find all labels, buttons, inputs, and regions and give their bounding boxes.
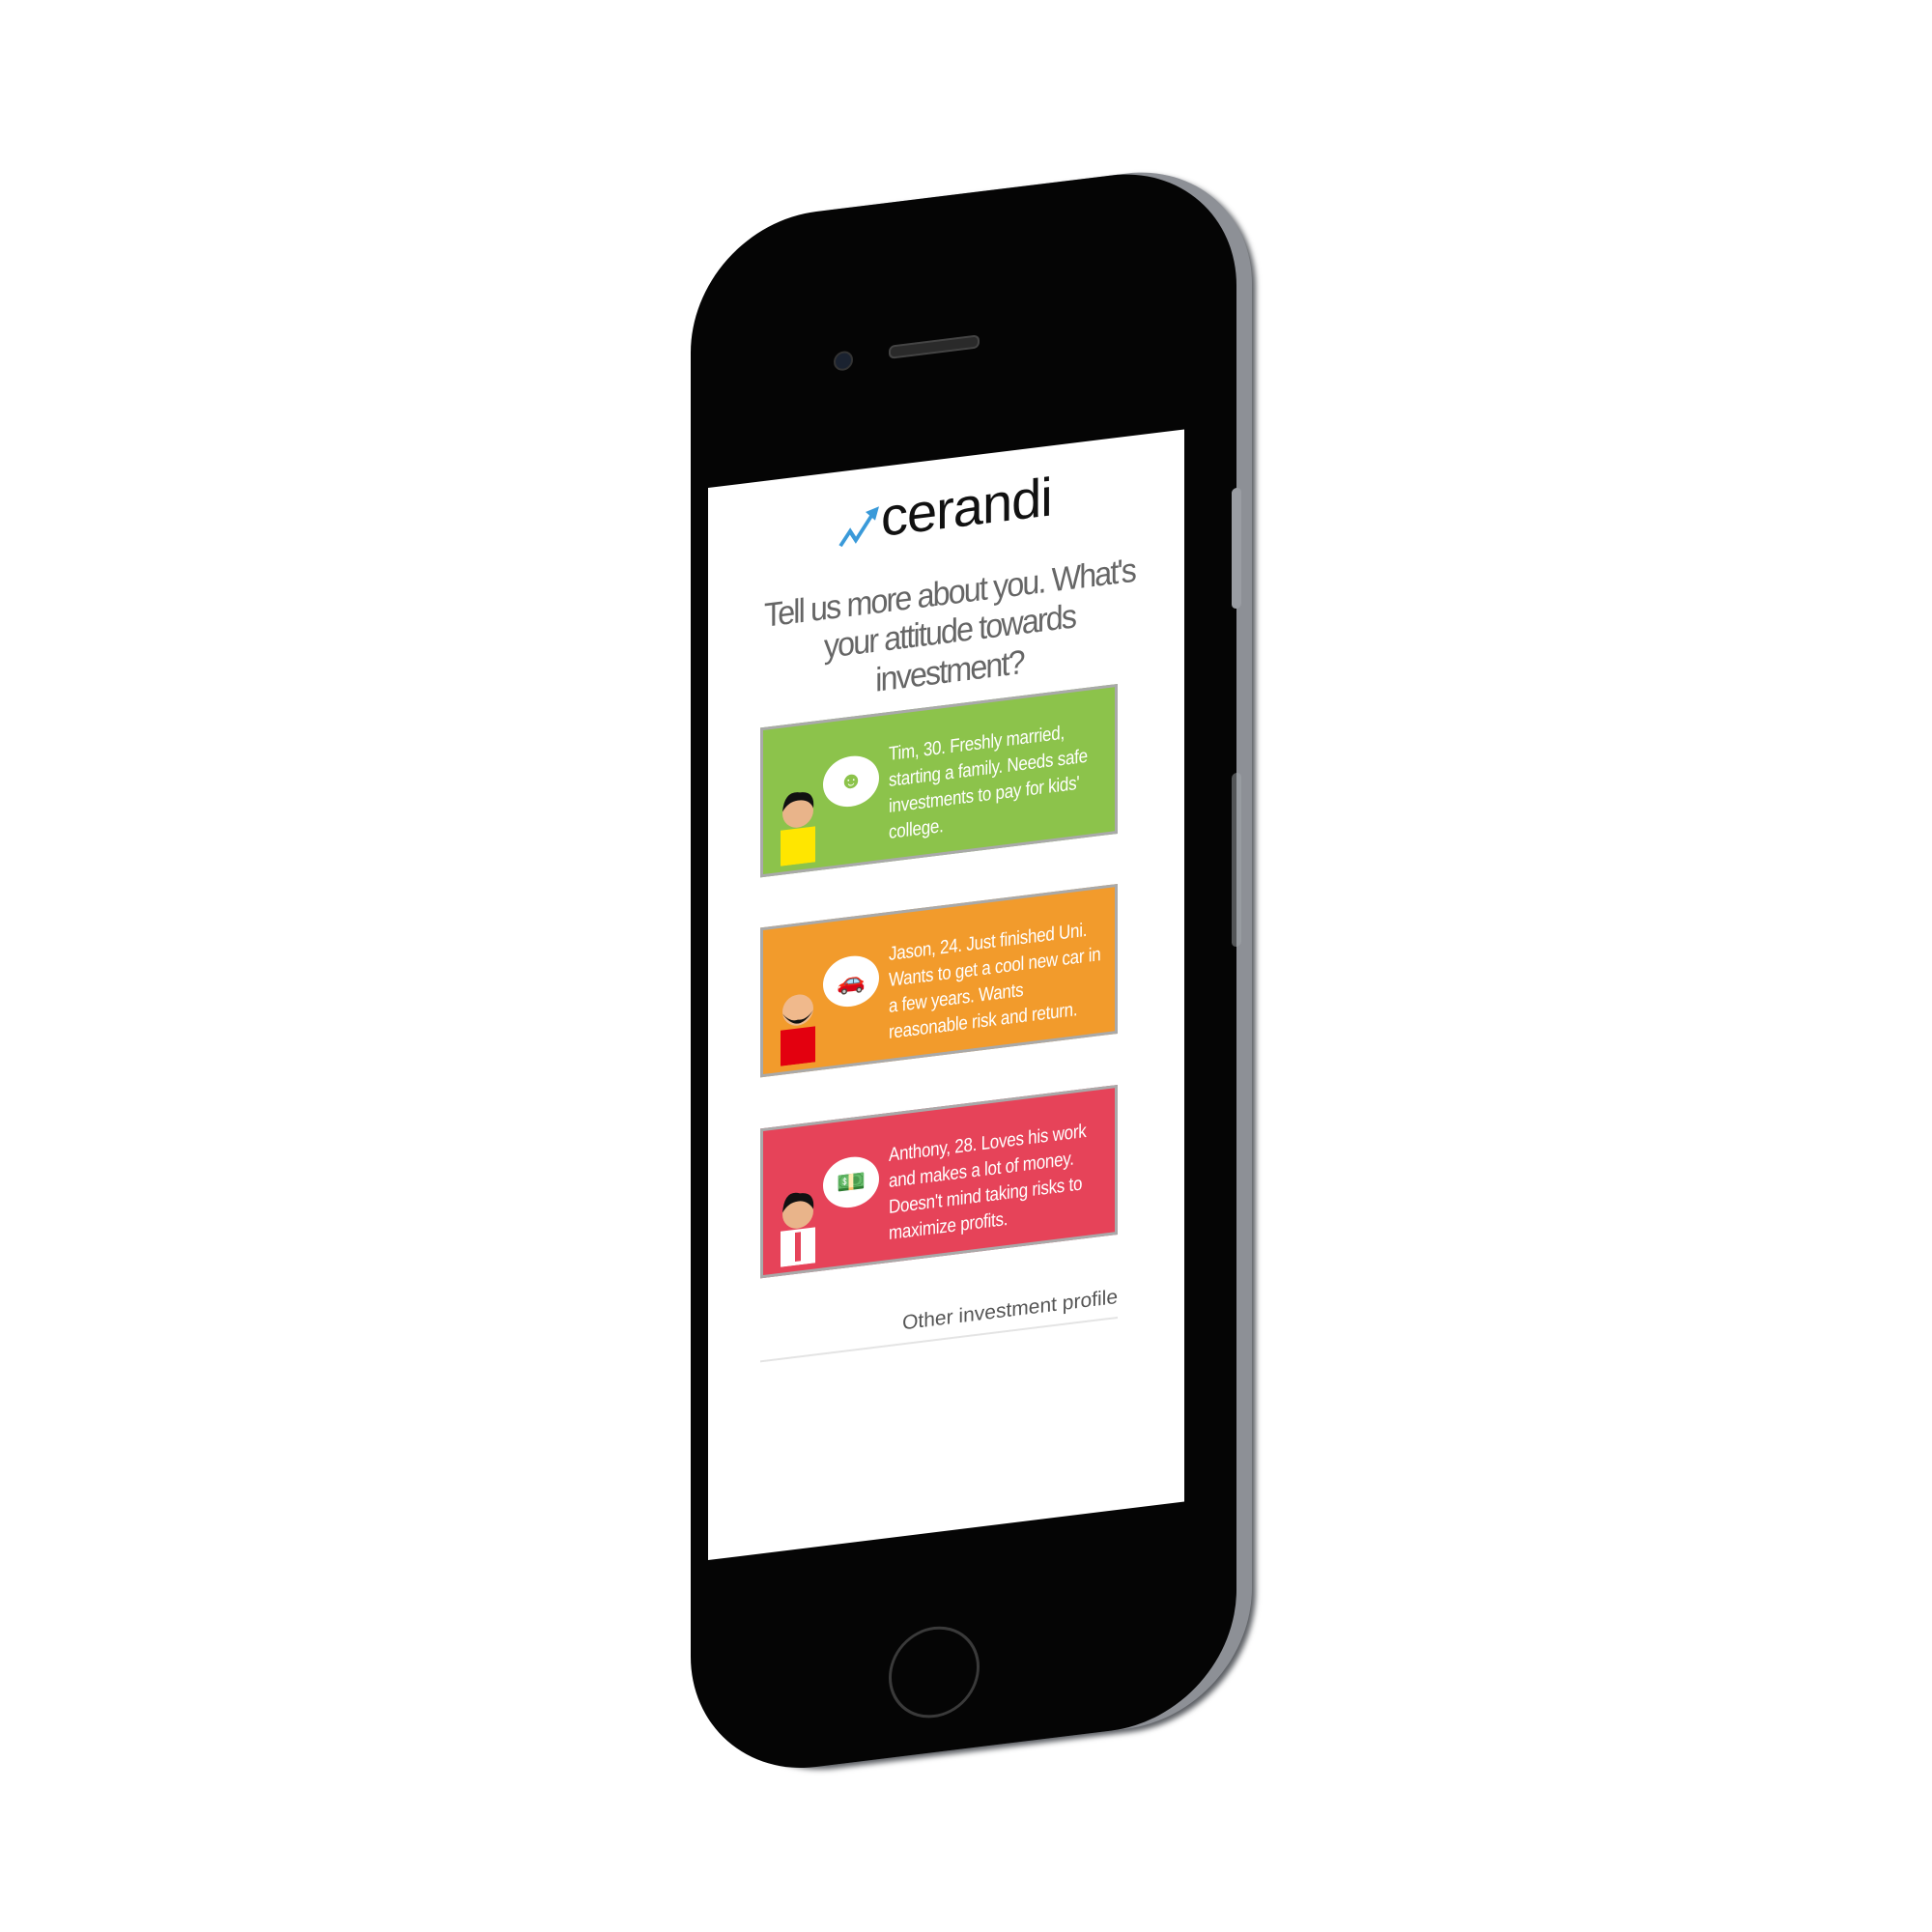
avatar-anthony	[781, 1192, 815, 1267]
car-icon: 🚗	[823, 952, 879, 1010]
money-icon: 💵	[823, 1153, 879, 1211]
profile-card-anthony[interactable]: 💵 Anthony, 28. Loves his work and makes …	[760, 1084, 1118, 1279]
logo-text: cerandi	[881, 466, 1052, 549]
home-button[interactable]	[889, 1621, 980, 1723]
profile-text: Jason, 24. Just finished Uni. Wants to g…	[889, 919, 1101, 1044]
app-screen: cerandi Tell us more about you. What's y…	[708, 429, 1184, 1560]
logo: cerandi	[838, 466, 1052, 550]
speaker-grille	[889, 334, 980, 359]
other-investment-profile-link[interactable]: Other investment profile	[760, 1285, 1118, 1363]
side-rail	[1232, 772, 1241, 948]
profile-text: Tim, 30. Freshly married, starting a fam…	[889, 722, 1088, 844]
baby-icon: ☻	[823, 753, 879, 810]
profile-card-tim[interactable]: ☻ Tim, 30. Freshly married, starting a f…	[760, 683, 1118, 878]
avatar-jason	[781, 994, 815, 1066]
trend-up-arrow-icon	[838, 506, 879, 548]
camera-icon	[834, 350, 853, 372]
avatar-tim	[781, 792, 815, 867]
profile-card-jason[interactable]: 🚗 Jason, 24. Just finished Uni. Wants to…	[760, 883, 1118, 1078]
profile-text: Anthony, 28. Loves his work and makes a …	[889, 1120, 1087, 1245]
volume-button[interactable]	[1232, 487, 1241, 610]
